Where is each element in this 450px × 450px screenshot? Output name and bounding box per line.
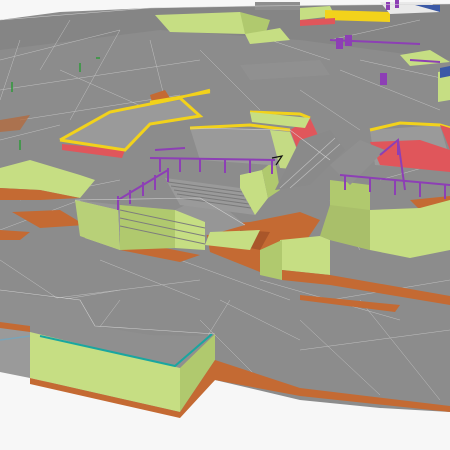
terrain-scene[interactable] [0,0,450,450]
platform-red-east [369,121,450,172]
3d-viewport[interactable] [0,0,450,450]
